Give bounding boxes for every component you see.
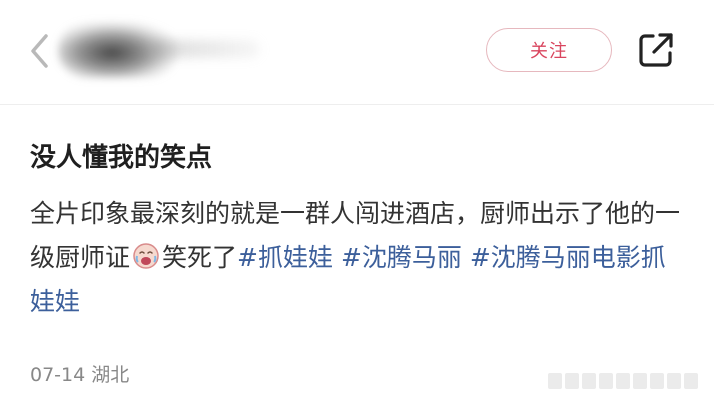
share-external-icon bbox=[639, 33, 673, 67]
post-title: 没人懂我的笑点 bbox=[30, 143, 213, 173]
hashtag-link[interactable]: #沈腾马丽 bbox=[341, 243, 462, 272]
follow-button-label: 关注 bbox=[530, 41, 568, 62]
post-meta: 07-14 湖北 bbox=[30, 360, 135, 387]
post-location: 湖北 bbox=[91, 364, 130, 386]
chevron-left-icon bbox=[31, 34, 48, 68]
post-header: 关注 bbox=[0, 0, 714, 105]
laughing-crying-emoji bbox=[133, 243, 159, 269]
share-button[interactable] bbox=[636, 30, 676, 70]
hashtag-link[interactable]: #抓娃娃 bbox=[237, 243, 333, 272]
username-blurred[interactable] bbox=[150, 40, 260, 58]
post-date: 07-14 bbox=[30, 364, 86, 386]
follow-button[interactable]: 关注 bbox=[486, 28, 612, 72]
post-body: 全片印象最深刻的就是一群人闯进酒店，厨师出示了他的一级厨师证 笑死了#抓娃娃 #… bbox=[30, 192, 690, 324]
back-button[interactable] bbox=[28, 33, 52, 69]
post-text-part2: 笑死了 bbox=[162, 243, 238, 272]
watermark-blurred bbox=[548, 373, 708, 391]
